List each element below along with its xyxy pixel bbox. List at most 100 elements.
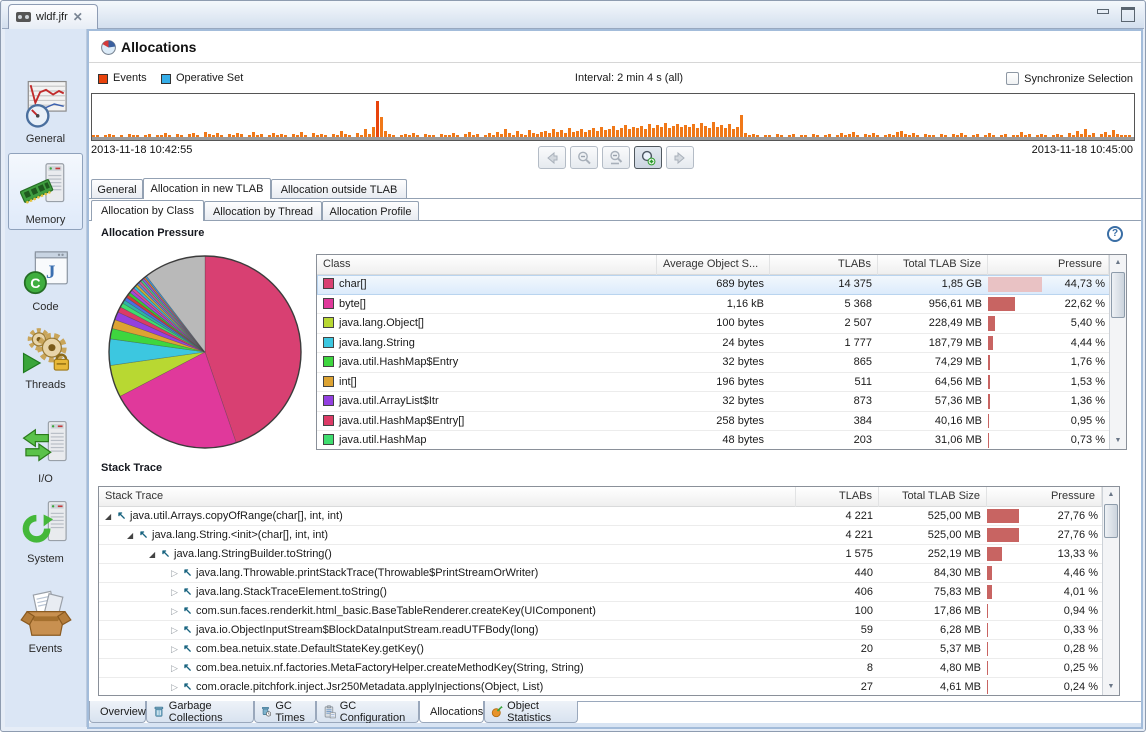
column-header-total-tlab-size[interactable]: Total TLAB Size: [879, 487, 987, 507]
method-frame-icon: ↖: [183, 602, 196, 620]
stack-trace-scrollbar[interactable]: ▲ ▼: [1102, 487, 1119, 695]
column-header-avg-object-size[interactable]: Average Object S...: [657, 255, 770, 275]
column-header-pressure[interactable]: Pressure: [987, 487, 1102, 507]
sidebar-item-io[interactable]: I/O: [8, 417, 83, 485]
stack-trace-row[interactable]: ▷↖com.oracle.pitchfork.inject.Jsr250Meta…: [99, 678, 1119, 696]
bottom-tab-gc-times[interactable]: GC Times: [254, 701, 316, 723]
nav-back-button[interactable]: [538, 146, 566, 169]
table-row[interactable]: java.util.HashMap$Entry32 bytes86574,29 …: [317, 353, 1126, 373]
expand-icon[interactable]: ▷: [171, 678, 183, 696]
sidebar-item-system[interactable]: System: [8, 497, 83, 565]
expand-icon[interactable]: ▷: [171, 659, 183, 677]
tlabs-cell: 2 507: [770, 314, 878, 333]
sidebar-item-general[interactable]: General: [8, 77, 83, 145]
allocation-table-header: Class Average Object S... TLABs Total TL…: [317, 255, 1126, 275]
table-row[interactable]: java.lang.String24 bytes1 777187,79 MB4,…: [317, 334, 1126, 354]
column-header-tlabs[interactable]: TLABs: [796, 487, 879, 507]
pressure-value: 0,33 %: [1064, 621, 1098, 639]
synchronize-selection[interactable]: Synchronize Selection: [1006, 72, 1133, 85]
stack-trace-row[interactable]: ▷↖com.bea.netuix.state.DefaultStateKey.g…: [99, 640, 1119, 659]
timeline-chart[interactable]: [91, 93, 1135, 141]
help-icon[interactable]: ?: [1107, 226, 1123, 242]
column-header-tlabs[interactable]: TLABs: [770, 255, 878, 275]
tab-allocation-profile[interactable]: Allocation Profile: [322, 201, 419, 221]
scrollbar-thumb[interactable]: [1111, 272, 1125, 318]
tlabs-cell: 1 575: [796, 545, 879, 563]
scroll-up-icon[interactable]: ▲: [1103, 487, 1119, 503]
frame-cell: ◢↖java.lang.String.<init>(char[], int, i…: [99, 526, 796, 544]
class-cell: java.lang.String: [317, 334, 657, 353]
column-header-class[interactable]: Class: [317, 255, 657, 275]
expand-icon[interactable]: ▷: [171, 583, 183, 601]
pressure-value: 27,76 %: [1058, 507, 1098, 525]
stack-trace-row[interactable]: ▷↖java.lang.Throwable.printStackTrace(Th…: [99, 564, 1119, 583]
stack-trace-row[interactable]: ▷↖com.bea.netuix.nf.factories.MetaFactor…: [99, 659, 1119, 678]
expand-icon[interactable]: ▷: [171, 602, 183, 620]
sidebar-item-events[interactable]: Events: [8, 587, 83, 655]
tab-allocation-by-thread[interactable]: Allocation by Thread: [204, 201, 322, 221]
bottom-tab-gc-configuration[interactable]: GC Configuration: [316, 701, 419, 723]
pressure-cell: 0,25 %: [987, 659, 1102, 677]
column-header-stack-trace[interactable]: Stack Trace: [99, 487, 796, 507]
tab-label: Allocation outside TLAB: [281, 184, 398, 196]
minimize-view-icon[interactable]: [1096, 7, 1110, 19]
maximize-view-icon[interactable]: [1120, 7, 1134, 19]
table-row[interactable]: byte[]1,16 kB5 368956,61 MB22,62 %: [317, 295, 1126, 315]
scrollbar-thumb[interactable]: [1104, 504, 1118, 538]
table-row[interactable]: java.util.HashMap$Entry[]258 bytes38440,…: [317, 412, 1126, 432]
zoom-in-button[interactable]: [634, 146, 662, 169]
sidebar-item-label: Code: [32, 301, 58, 313]
stack-trace-row[interactable]: ▷↖com.sun.faces.renderkit.html_basic.Bas…: [99, 602, 1119, 621]
sidebar-item-threads[interactable]: Threads: [8, 323, 83, 391]
pressure-value: 0,28 %: [1064, 640, 1098, 658]
zoom-out-button[interactable]: [570, 146, 598, 169]
nav-forward-button[interactable]: [666, 146, 694, 169]
scroll-down-icon[interactable]: ▼: [1103, 679, 1119, 695]
sidebar-item-code[interactable]: J C Code: [8, 245, 83, 313]
tab-allocation-by-class[interactable]: Allocation by Class: [91, 200, 204, 221]
column-header-pressure[interactable]: Pressure: [988, 255, 1109, 275]
stack-trace-row[interactable]: ◢↖java.util.Arrays.copyOfRange(char[], i…: [99, 507, 1119, 526]
table-row[interactable]: int[]196 bytes51164,56 MB1,53 %: [317, 373, 1126, 393]
sidebar-item-memory[interactable]: Memory: [8, 153, 83, 230]
expand-icon[interactable]: ▷: [171, 621, 183, 639]
table-row[interactable]: char[]689 bytes14 3751,85 GB44,73 %: [317, 275, 1126, 295]
editor-tab-wldf[interactable]: wldf.jfr ✕: [8, 4, 98, 29]
close-icon[interactable]: ✕: [73, 12, 83, 22]
stack-trace-row[interactable]: ◢↖java.lang.StringBuilder.toString()1 57…: [99, 545, 1119, 564]
scroll-up-icon[interactable]: ▲: [1110, 255, 1126, 271]
table-row[interactable]: java.lang.Object[]100 bytes2 507228,49 M…: [317, 314, 1126, 334]
stack-trace-row[interactable]: ▷↖java.io.ObjectInputStream$BlockDataInp…: [99, 621, 1119, 640]
collapse-icon[interactable]: ◢: [127, 526, 139, 544]
bottom-tab-object-statistics[interactable]: Object Statistics: [484, 701, 578, 723]
sidebar-item-label: I/O: [38, 473, 53, 485]
expand-icon[interactable]: ▷: [171, 640, 183, 658]
tab-allocation-in-new-tlab[interactable]: Allocation in new TLAB: [143, 178, 271, 199]
frame-cell: ▷↖com.bea.netuix.state.DefaultStateKey.g…: [99, 640, 796, 658]
bottom-tab-label: Garbage Collections: [169, 700, 247, 724]
frame-cell: ◢↖java.util.Arrays.copyOfRange(char[], i…: [99, 507, 796, 525]
tab-general[interactable]: General: [91, 179, 143, 199]
bottom-tab-allocations[interactable]: Allocations: [419, 701, 484, 723]
bottom-tab-overview[interactable]: Overview: [89, 701, 146, 723]
allocation-pie-chart[interactable]: [105, 252, 305, 452]
stack-trace-row[interactable]: ◢↖java.lang.String.<init>(char[], int, i…: [99, 526, 1119, 545]
bottom-tab-garbage-collections[interactable]: Garbage Collections: [146, 701, 254, 723]
interval-label: Interval: 2 min 4 s (all): [469, 72, 789, 84]
stack-trace-row[interactable]: ▷↖java.lang.StackTraceElement.toString()…: [99, 583, 1119, 602]
allocation-table-scrollbar[interactable]: ▲ ▼: [1109, 255, 1126, 449]
expand-icon[interactable]: ▷: [171, 564, 183, 582]
collapse-icon[interactable]: ◢: [105, 507, 117, 525]
scroll-down-icon[interactable]: ▼: [1110, 433, 1126, 449]
table-row[interactable]: java.util.ArrayList$Itr32 bytes87357,36 …: [317, 392, 1126, 412]
legend-row: Events Operative Set Interval: 2 min 4 s…: [89, 71, 1141, 89]
tab-allocation-outside-tlab[interactable]: Allocation outside TLAB: [271, 179, 407, 199]
column-header-total-tlab-size[interactable]: Total TLAB Size: [878, 255, 988, 275]
zoom-out-full-button[interactable]: [602, 146, 630, 169]
tlabs-cell: 4 221: [796, 507, 879, 525]
collapse-icon[interactable]: ◢: [149, 545, 161, 563]
synchronize-selection-checkbox[interactable]: [1006, 72, 1019, 85]
class-color-swatch: [323, 395, 334, 406]
table-row[interactable]: java.util.HashMap48 bytes20331,06 MB0,73…: [317, 431, 1126, 450]
class-cell: byte[]: [317, 295, 657, 314]
